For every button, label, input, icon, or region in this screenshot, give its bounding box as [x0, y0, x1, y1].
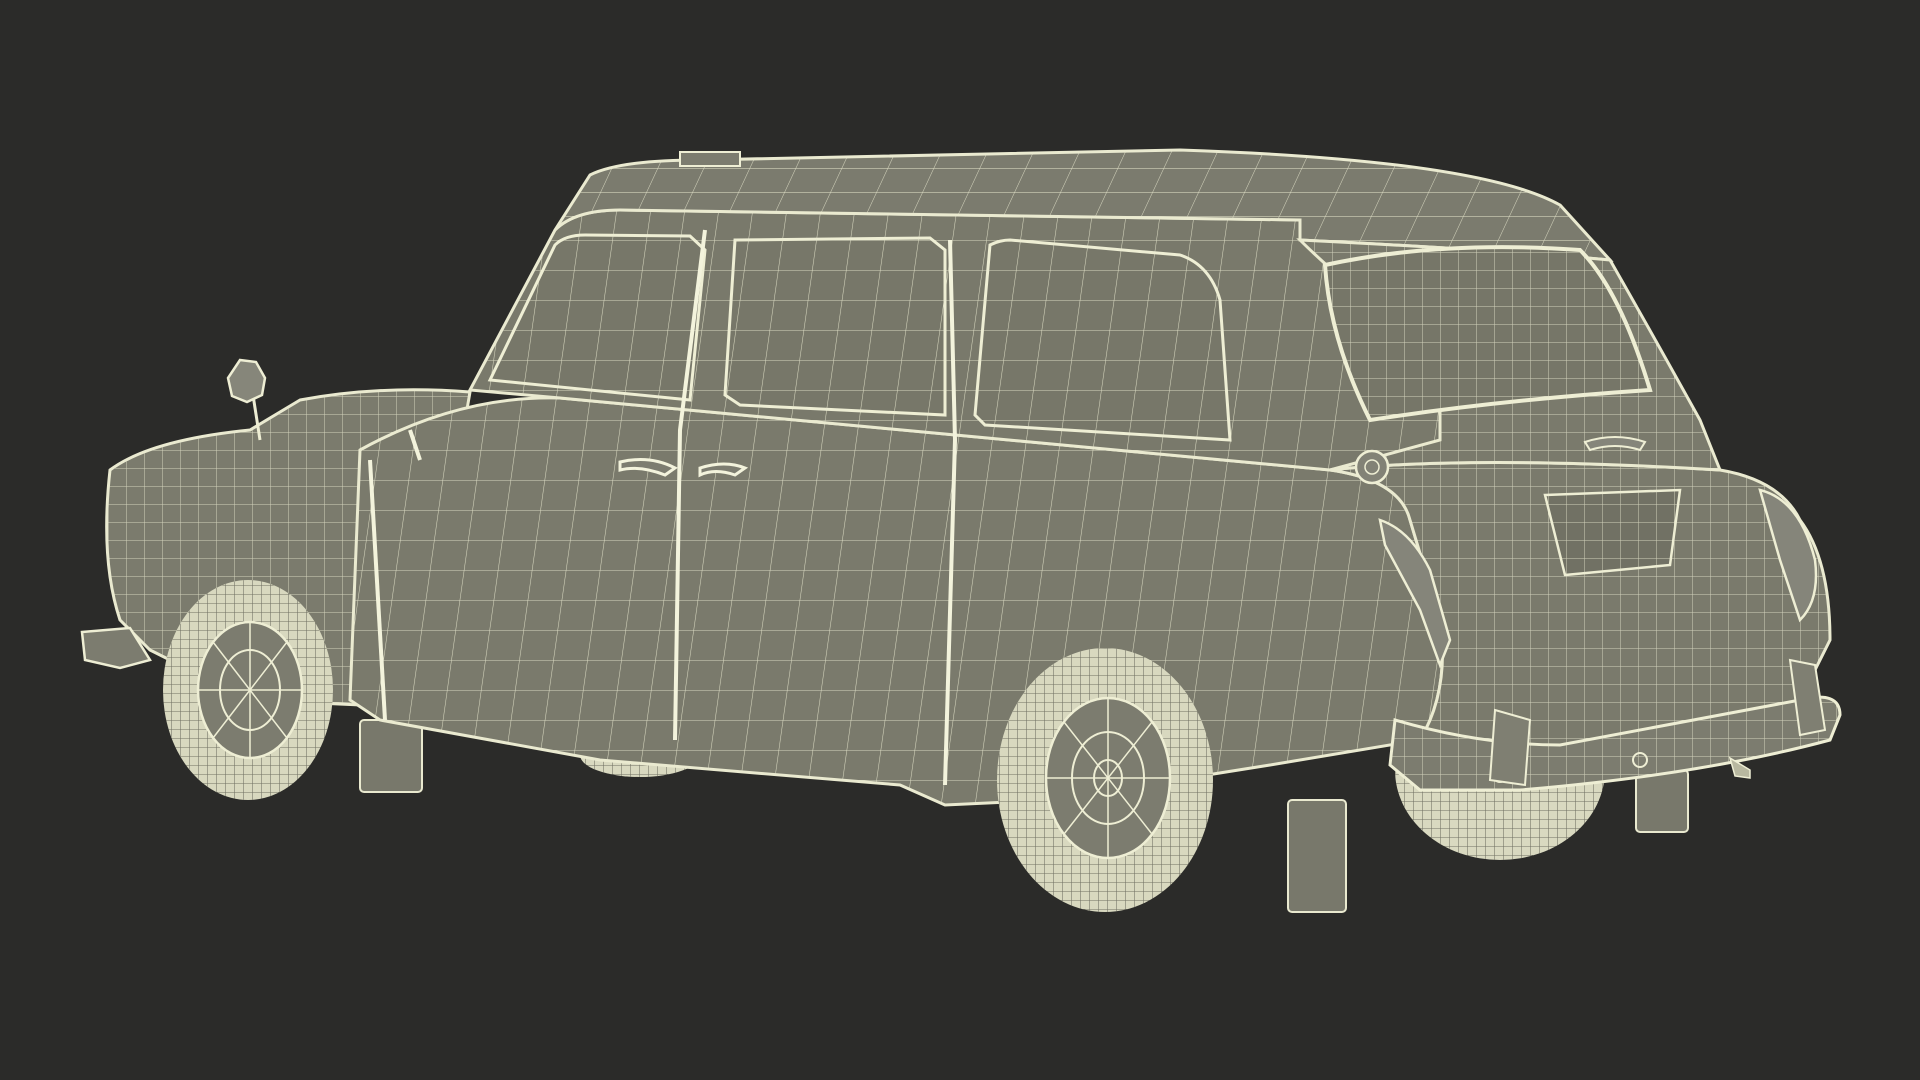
rear-window: [1322, 245, 1653, 423]
side-mirror: [226, 358, 267, 441]
license-plate-recess: [1543, 488, 1682, 577]
rear-wheel: [997, 648, 1213, 912]
fuel-cap: [1354, 449, 1390, 485]
car-wireframe-render: [80, 148, 1842, 913]
render-viewport: [0, 0, 1920, 1080]
front-wheel: [163, 580, 333, 800]
roof-sign: [679, 151, 741, 167]
